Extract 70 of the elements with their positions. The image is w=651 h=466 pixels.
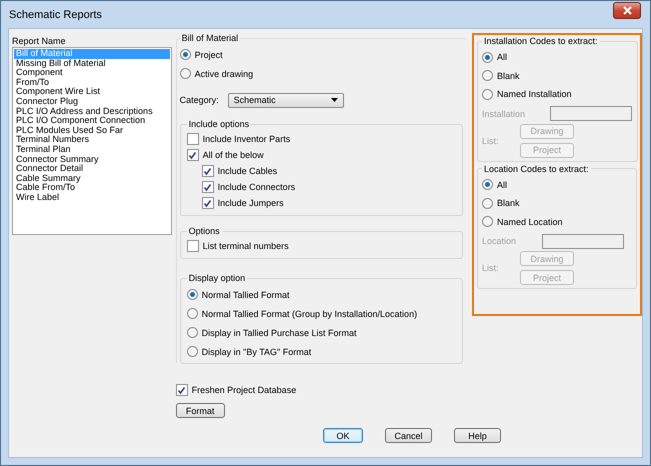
close-button[interactable]: [613, 2, 641, 19]
group-title: Include options: [188, 119, 250, 129]
dialog-button[interactable]: Cancel: [385, 428, 432, 443]
format-button[interactable]: Format: [176, 403, 225, 418]
radio-label: Display in Tallied Purchase List Format: [202, 328, 357, 338]
checkbox[interactable]: [202, 181, 214, 193]
report-list-item[interactable]: Terminal Numbers: [14, 135, 170, 145]
radio-button[interactable]: [186, 346, 198, 357]
close-icon: [622, 6, 632, 15]
report-list-item[interactable]: Cable From/To: [14, 183, 170, 193]
radio-label: All: [497, 52, 508, 62]
field-label: Location: [482, 236, 518, 246]
dropdown-arrow-icon: [330, 98, 338, 102]
checkbox-label: Include Cables: [218, 166, 278, 176]
report-list-item[interactable]: Connector Detail: [14, 164, 170, 174]
group-title: Options: [188, 226, 221, 236]
radio-label: Named Location: [497, 216, 563, 227]
group-title: Display option: [188, 273, 246, 283]
radio-label: Active drawing: [194, 68, 254, 78]
checkbox[interactable]: [186, 149, 199, 161]
input-field[interactable]: [550, 106, 632, 121]
radio-label: Named Installation: [497, 89, 572, 100]
report-list-item[interactable]: PLC I/O Component Connection: [14, 116, 170, 126]
checkbox-label: Include Connectors: [218, 182, 296, 192]
window-title: Schematic Reports: [9, 8, 102, 20]
checkbox[interactable]: [186, 133, 199, 145]
checkbox-label: Include Jumpers: [218, 198, 284, 208]
radio-label: Display in "By TAG" Format: [202, 346, 312, 356]
report-list-item[interactable]: PLC I/O Address and Descriptions: [14, 106, 170, 116]
radio-label: All: [497, 180, 508, 190]
radio-button[interactable]: [186, 289, 198, 300]
dialog-button[interactable]: OK: [323, 428, 363, 443]
dialog-button[interactable]: Help: [454, 428, 501, 443]
radio-button[interactable]: [180, 68, 191, 79]
list-header: Report Name: [12, 36, 67, 47]
report-list-item[interactable]: Missing Bill of Material: [14, 58, 170, 68]
report-list-item[interactable]: Component Wire List: [14, 87, 170, 97]
checkbox-label: Include Inventor Parts: [202, 134, 290, 144]
report-list-item[interactable]: Wire Label: [14, 192, 170, 202]
checkbox-label: Freshen Project Database: [192, 385, 296, 395]
report-list-item[interactable]: Connector Summary: [14, 154, 170, 164]
list-label: List:: [482, 263, 500, 273]
radio-label: Blank: [497, 198, 520, 208]
input-field[interactable]: [542, 234, 624, 248]
checkbox-label: List terminal numbers: [202, 241, 289, 251]
category-label: Category:: [180, 95, 220, 105]
group-title: Bill of Material: [180, 33, 240, 43]
field-label: Installation: [482, 108, 526, 118]
checkbox[interactable]: [202, 197, 214, 209]
radio-button[interactable]: [186, 327, 198, 338]
radio-label: Normal Tallied Format: [202, 290, 290, 300]
category-dropdown[interactable]: Schematic: [228, 92, 344, 108]
report-list-item[interactable]: Terminal Plan: [14, 144, 170, 155]
group-title: Location Codes to extract:: [483, 164, 590, 174]
checkbox[interactable]: [176, 384, 188, 396]
checkbox[interactable]: [186, 240, 199, 252]
radio-button[interactable]: [186, 308, 198, 319]
radio-label: Project: [194, 50, 223, 60]
report-list-item[interactable]: From/To: [14, 78, 170, 88]
report-list-item[interactable]: Component: [14, 68, 170, 78]
radio-label: Blank: [497, 70, 520, 81]
report-list-item[interactable]: PLC Modules Used So Far: [14, 126, 170, 136]
list-label: List:: [482, 136, 500, 146]
checkbox[interactable]: [202, 165, 214, 177]
checkbox-label: All of the below: [202, 150, 264, 160]
report-list-item[interactable]: Cable Summary: [14, 174, 170, 184]
radio-button[interactable]: [180, 49, 191, 60]
radio-label: Normal Tallied Format (Group by Installation/Location): [202, 308, 418, 318]
group-title: Installation Codes to extract:: [483, 36, 599, 46]
report-list-item[interactable]: Connector Plug: [14, 96, 170, 107]
